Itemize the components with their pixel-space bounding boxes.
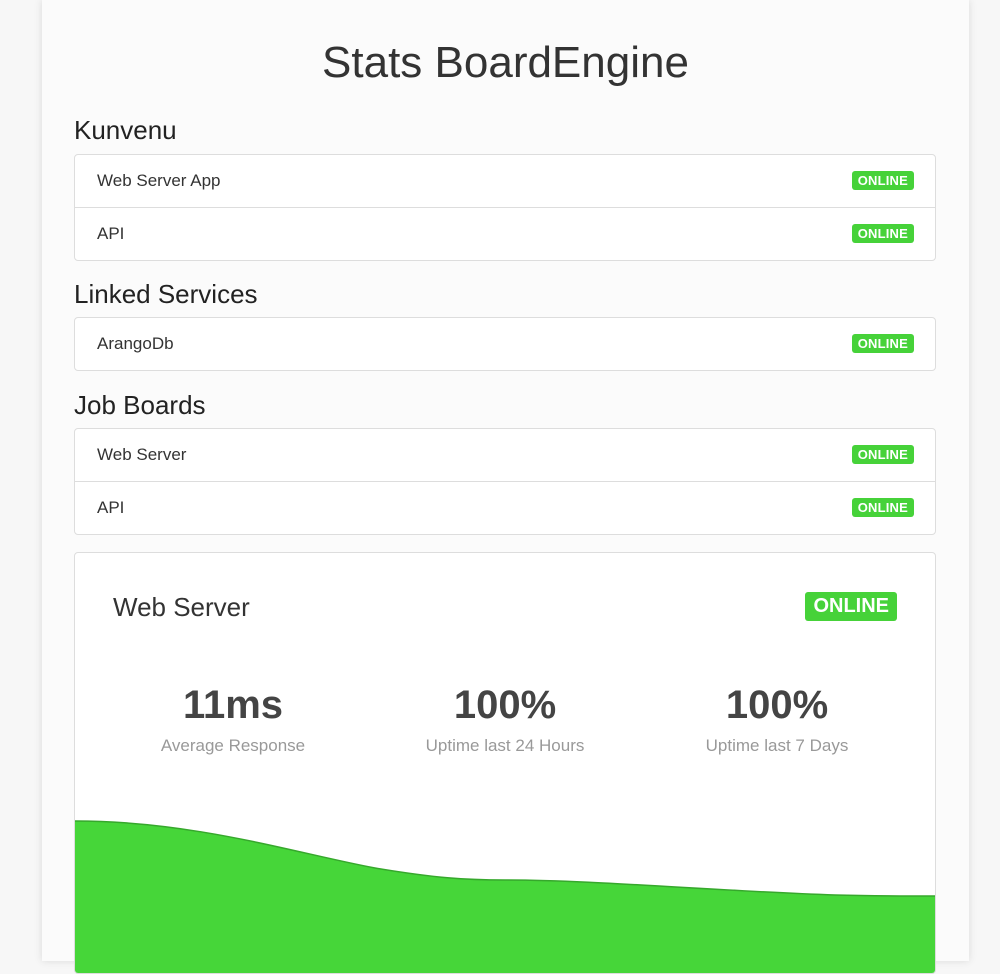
service-row-api[interactable]: API ONLINE (75, 481, 935, 534)
page-title: Stats BoardEngine (322, 38, 689, 87)
service-name: Web Server App (97, 171, 221, 190)
response-time-area-chart (75, 820, 935, 973)
service-row-api[interactable]: API ONLINE (75, 207, 935, 260)
service-name: API (97, 224, 125, 243)
status-badge: ONLINE (851, 445, 914, 464)
service-row-web-server-app[interactable]: Web Server App ONLINE (75, 155, 935, 207)
service-row-arangodb[interactable]: ArangoDb ONLINE (75, 318, 935, 370)
section-heading-job-boards: Job Boards (74, 390, 206, 420)
status-badge: ONLINE (851, 224, 914, 243)
status-badge: ONLINE (851, 334, 914, 353)
service-list-linked-services: ArangoDb ONLINE (74, 317, 936, 371)
service-name: Web Server (97, 445, 187, 464)
service-list-job-boards: Web Server ONLINE API ONLINE (74, 428, 936, 535)
status-badge: ONLINE (851, 498, 914, 517)
section-heading-kunvenu: Kunvenu (74, 115, 177, 145)
status-badge: ONLINE (851, 171, 914, 190)
status-page: Stats BoardEngine Kunvenu Web Server App… (42, 0, 969, 974)
service-row-web-server[interactable]: Web Server ONLINE (75, 429, 935, 481)
service-detail-panel: Web Server ONLINE 11ms Average Response … (74, 552, 936, 974)
section-heading-linked-services: Linked Services (74, 279, 258, 309)
service-name: ArangoDb (97, 334, 174, 353)
area-fill (75, 821, 935, 973)
service-list-kunvenu: Web Server App ONLINE API ONLINE (74, 154, 936, 261)
service-name: API (97, 498, 125, 517)
